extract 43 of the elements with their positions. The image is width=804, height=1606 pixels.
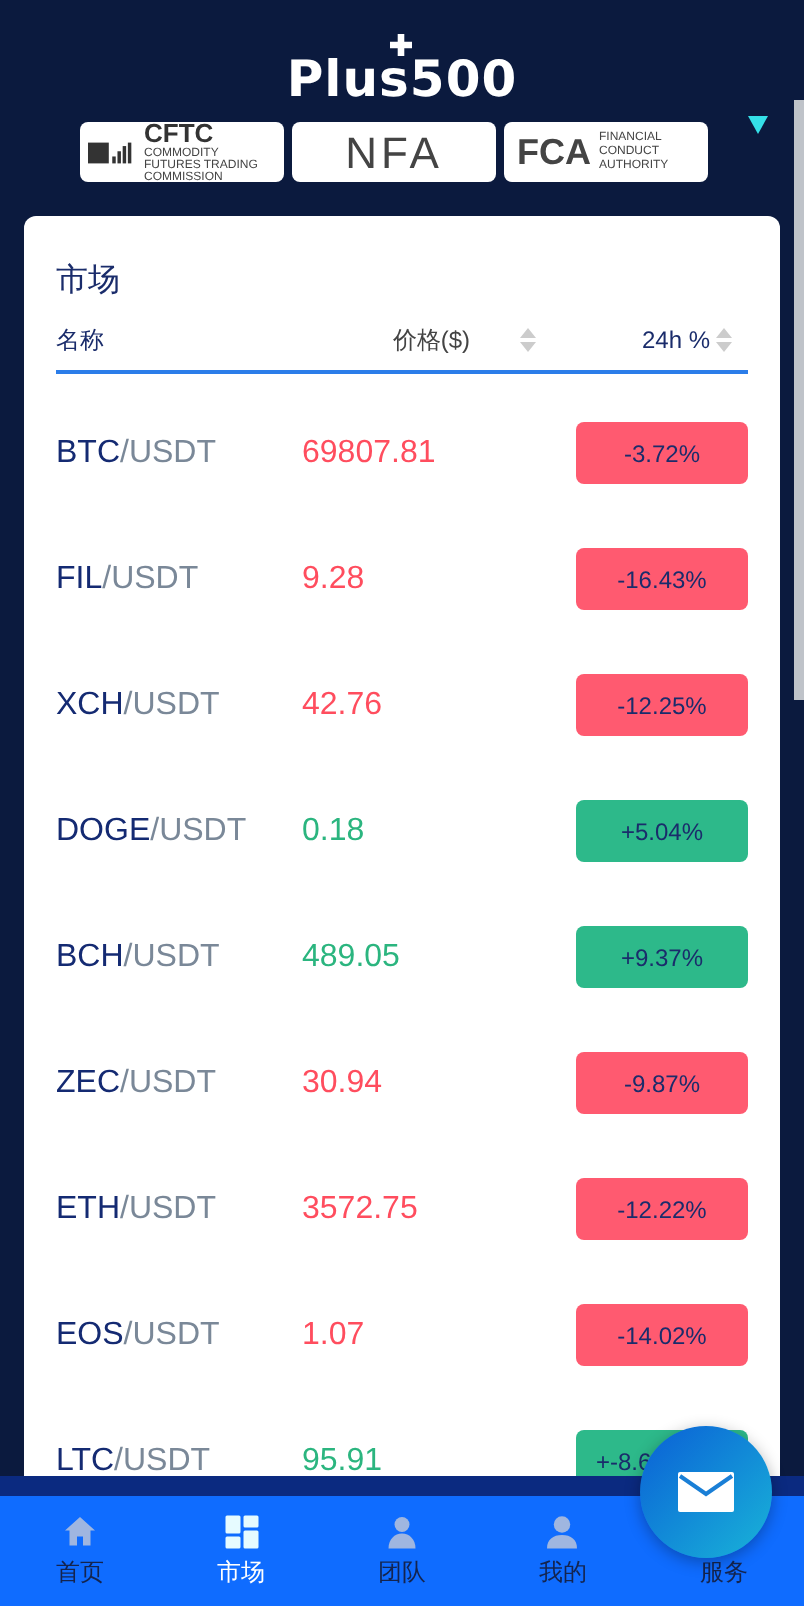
pair-name[interactable]: LTC/USDT [56,1443,302,1476]
pair-name[interactable]: FIL/USDT [56,561,302,597]
pair-name[interactable]: EOS/USDT [56,1317,302,1353]
badge-title: CFTC [144,120,214,148]
change-badge: -14.02% [576,1304,748,1366]
price-text: 9.28 [302,561,367,597]
plus-icon [390,34,413,56]
pair-name[interactable]: BTC/USDT [56,435,302,471]
pair-name[interactable]: BCH/USDT [56,939,302,975]
change-badge: -16.43% [576,548,748,610]
change-badge: -3.72% [576,422,748,484]
badge-title: FCA [517,137,591,167]
price-text: 69807.81 [302,435,438,471]
change-badge: -9.87% [576,1052,748,1114]
sort-icon[interactable] [716,328,732,352]
price-text: 0.18 [302,813,367,849]
column-header[interactable]: 价格($) [392,323,470,357]
price-text: 42.76 [302,687,385,723]
price-text: 30.94 [302,1065,385,1101]
pair-name[interactable]: ETH/USDT [56,1191,302,1227]
pair-name[interactable]: XCH/USDT [56,687,302,723]
column-header: 名称 [56,323,104,357]
change-badge: -12.25% [576,674,748,736]
pair-name[interactable]: ZEC/USDT [56,1065,302,1101]
column-header[interactable]: 24h % [641,326,710,354]
mail-icon [678,1472,734,1512]
change-badge: +5.04% [576,800,748,862]
section-title: 市场 [56,261,122,302]
change-badge: -12.22% [576,1178,748,1240]
sort-icon[interactable] [520,328,536,352]
app-logo: Plus500 [286,34,518,108]
price-text: 1.07 [302,1317,367,1353]
dropdown-triangle-icon[interactable] [748,116,768,134]
price-text: 489.05 [302,939,402,975]
scrollbar[interactable] [794,100,804,700]
change-badge: +9.37% [576,926,748,988]
pair-name[interactable]: DOGE/USDT [56,813,302,849]
badge-title: NFA [345,137,443,167]
home-icon [62,1513,99,1549]
nav-tab[interactable]: 市场 [217,1513,266,1589]
market-icon [223,1513,260,1549]
price-text: 3572.75 [302,1191,420,1227]
price-text: 95.91 [302,1443,385,1476]
